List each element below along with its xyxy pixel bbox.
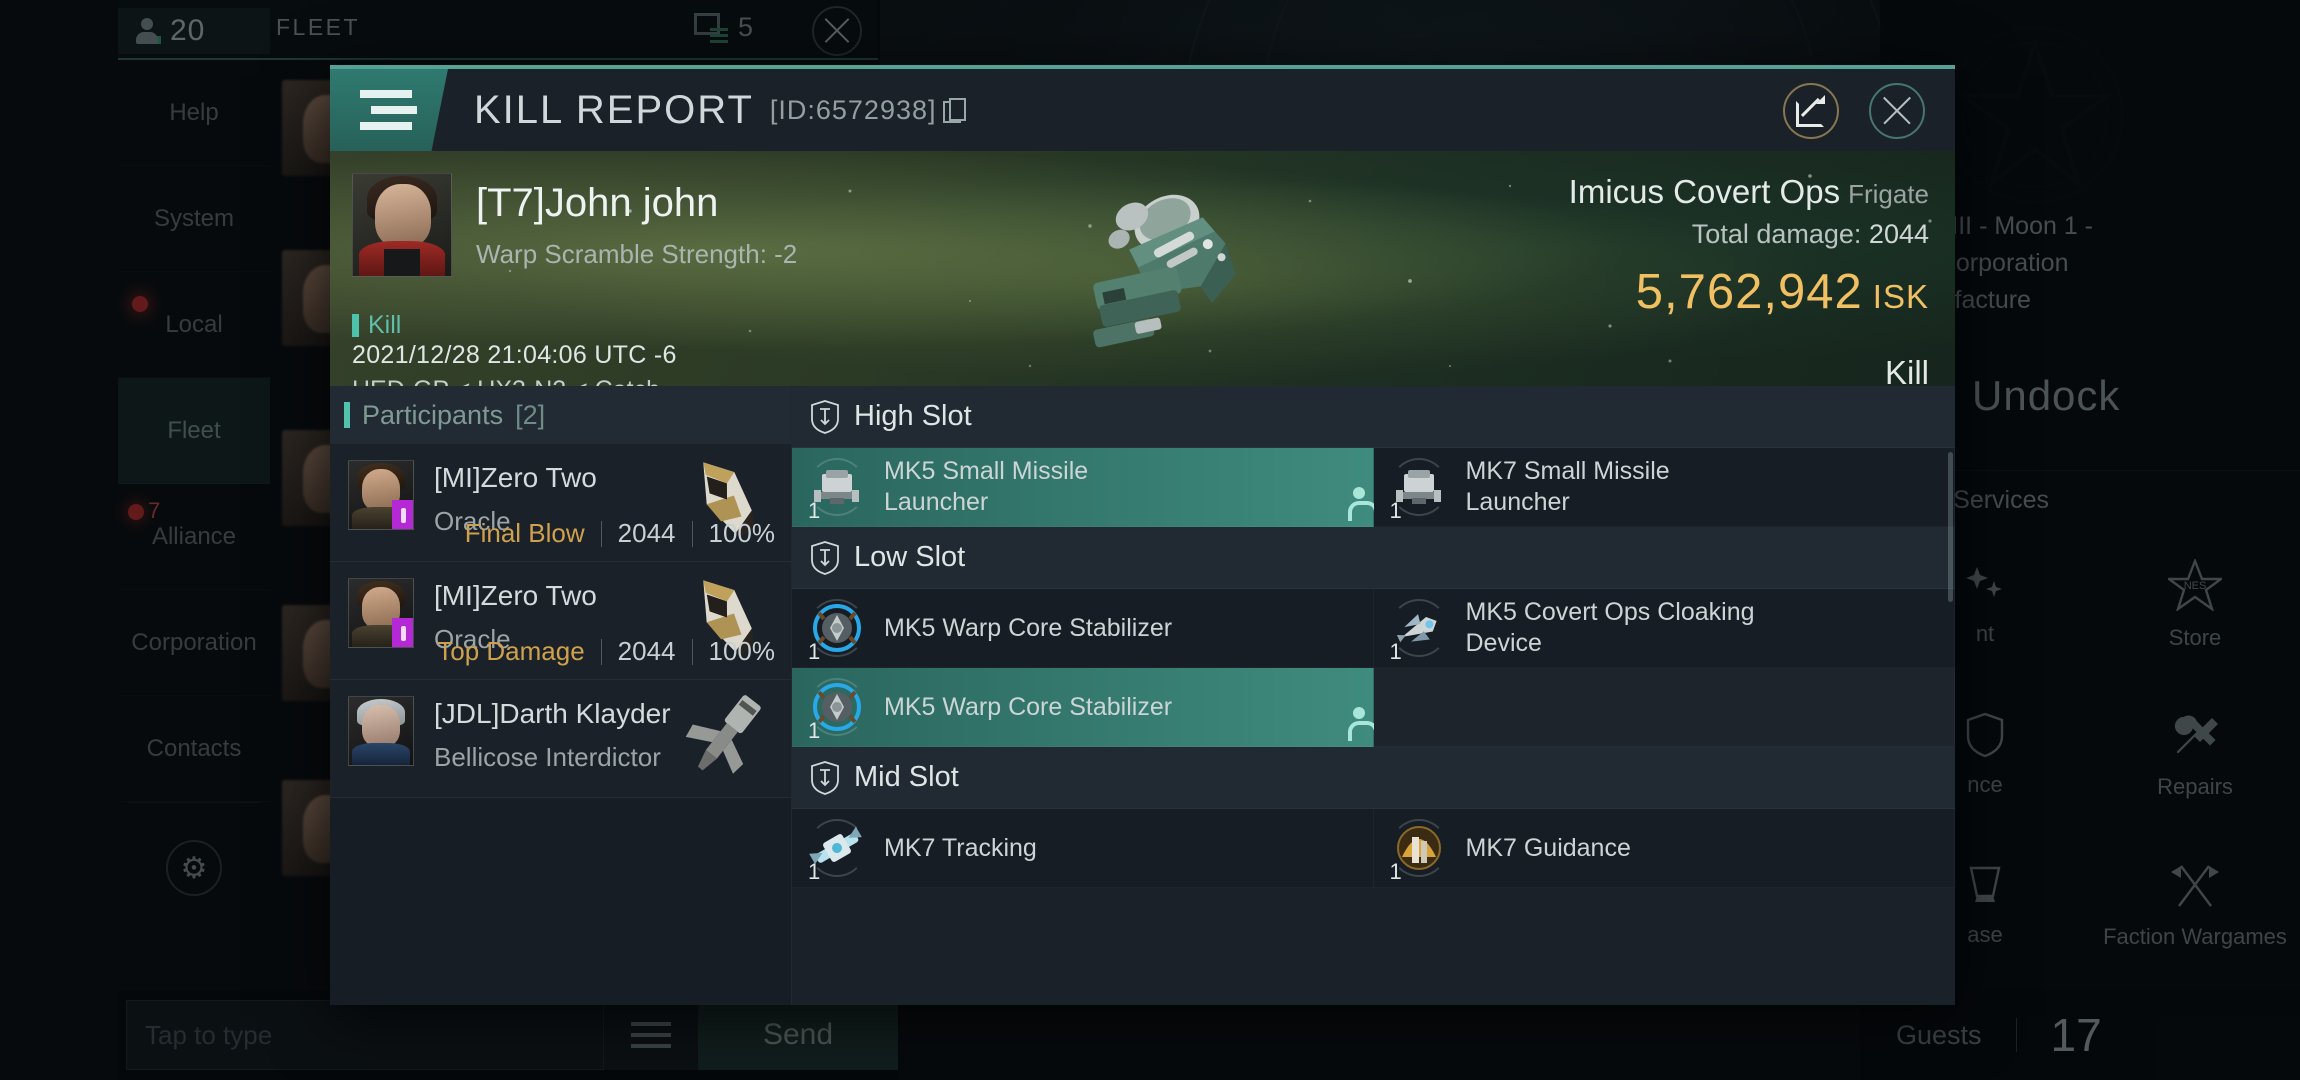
- participant-ship: Bellicose Interdictor: [434, 742, 661, 772]
- slot-header-low: Low Slot: [792, 527, 1955, 589]
- participant-percent: 100%: [708, 518, 776, 548]
- participants-header: Participants [2]: [330, 386, 791, 444]
- fit-item[interactable]: 1 MK7 Guidance: [1373, 809, 1955, 888]
- participant-ship-render: [685, 695, 761, 774]
- victim-banner: [T7]John john Warp Scramble Strength: -2…: [330, 151, 1955, 404]
- participants-count: [2]: [515, 399, 546, 430]
- participant-damage: 2044: [617, 636, 676, 666]
- table-row[interactable]: [MI]Zero Two Oracle Final Blow 2044 100%: [330, 444, 791, 562]
- fit-item-label: MK5 Covert Ops Cloaking Device: [1465, 598, 1755, 657]
- missile-launcher-icon: 1: [804, 454, 870, 523]
- participant-stats: Final Blow 2044 100%: [465, 518, 775, 549]
- slot-shield-icon: [811, 540, 839, 575]
- status-badge: Kill: [352, 311, 401, 340]
- high-slot-grid: 1 MK5 Small Missile Launcher 1 MK7 Small…: [792, 448, 1955, 527]
- modal-body: Participants [2] [MI]Zero Two Oracle Fin…: [330, 386, 1955, 1005]
- slot-shield-icon: [811, 399, 839, 434]
- cloaking-device-icon: 1: [1386, 595, 1452, 664]
- total-damage-label: Total damage:: [1691, 219, 1862, 249]
- warp-core-stabilizer-icon: 1: [804, 595, 870, 664]
- total-damage-value: 2044: [1868, 219, 1929, 249]
- fit-item[interactable]: 1 MK5 Warp Core Stabilizer: [792, 589, 1374, 668]
- fit-item[interactable]: 1 MK7 Tracking: [792, 809, 1374, 888]
- avatar: [348, 460, 414, 530]
- fit-item-label: MK5 Small Missile Launcher: [884, 457, 1089, 516]
- slot-name: Low Slot: [854, 541, 966, 573]
- fit-item[interactable]: 1 MK5 Warp Core Stabilizer: [792, 668, 1374, 747]
- fit-item[interactable]: 1 MK5 Covert Ops Cloaking Device: [1373, 589, 1955, 668]
- slot-name: High Slot: [854, 400, 972, 432]
- modal-menu-button[interactable]: [330, 69, 448, 151]
- table-row[interactable]: [JDL]Darth Klayder Bellicose Interdictor: [330, 680, 791, 798]
- role-flag-icon: [392, 618, 413, 647]
- modal-header-buttons: [1783, 83, 1925, 139]
- participant-damage: 2044: [617, 518, 676, 548]
- fit-item-empty: [1373, 668, 1955, 747]
- kill-report-id: [ID:6572938]: [770, 95, 966, 126]
- fit-item-label: MK7 Tracking: [884, 833, 1037, 862]
- tracking-module-icon: 1: [804, 815, 870, 884]
- warp-core-stabilizer-icon: 1: [804, 674, 870, 743]
- share-button[interactable]: [1783, 83, 1839, 139]
- fit-item[interactable]: 1 MK7 Small Missile Launcher: [1373, 448, 1955, 527]
- fit-quantity: 1: [808, 639, 821, 664]
- fit-item-label: MK7 Guidance: [1465, 833, 1631, 862]
- fit-quantity: 1: [808, 498, 821, 523]
- fit-quantity: 1: [1389, 859, 1402, 884]
- slot-shield-icon: [811, 760, 839, 795]
- slot-header-mid: Mid Slot: [792, 747, 1955, 809]
- participant-tag: Top Damage: [437, 636, 585, 666]
- fit-item-label: MK5 Warp Core Stabilizer: [884, 692, 1173, 721]
- participant-name: [MI]Zero Two: [434, 580, 597, 611]
- victim-warp-scramble: Warp Scramble Strength: -2: [476, 239, 798, 269]
- close-icon: [1871, 85, 1923, 137]
- isk-unit: ISK: [1872, 278, 1929, 315]
- ship-summary: Imicus Covert Ops Frigate Total damage: 2…: [1569, 173, 1929, 392]
- modal-close-button[interactable]: [1869, 83, 1925, 139]
- slot-name: Mid Slot: [854, 761, 959, 793]
- fit-item[interactable]: 1 MK5 Small Missile Launcher: [792, 448, 1374, 527]
- kill-report-modal: KILL REPORT [ID:6572938] [T7]John john W…: [330, 65, 1955, 1005]
- slot-header-high: High Slot: [792, 386, 1955, 448]
- ship-name: Imicus Covert Ops: [1568, 173, 1841, 210]
- fit-item-label: MK5 Warp Core Stabilizer: [884, 613, 1173, 642]
- victim-ship-render: [1093, 194, 1236, 348]
- status-badge-label: Kill: [368, 311, 402, 339]
- fit-quantity: 1: [808, 859, 821, 884]
- fit-quantity: 1: [808, 718, 821, 743]
- fitting-scrollbar[interactable]: [1948, 452, 1953, 602]
- participants-panel: Participants [2] [MI]Zero Two Oracle Fin…: [330, 386, 792, 1005]
- fit-item-label: MK7 Small Missile Launcher: [1465, 457, 1670, 516]
- guidance-module-icon: 1: [1386, 815, 1452, 884]
- participant-stats: Top Damage 2044 100%: [437, 636, 775, 667]
- isk-value-row: 5,762,942 ISK: [1569, 264, 1929, 320]
- victim-name: [T7]John john: [476, 181, 719, 225]
- participant-name: [JDL]Darth Klayder: [434, 698, 671, 729]
- victim-avatar: [352, 173, 452, 277]
- copy-icon[interactable]: [942, 97, 966, 123]
- modal-header: KILL REPORT [ID:6572938]: [330, 69, 1955, 151]
- fitting-panel: High Slot 1 MK5 Small Missile Launcher 1…: [792, 386, 1955, 1005]
- participant-name: [MI]Zero Two: [434, 462, 597, 493]
- mid-slot-grid: 1 MK7 Tracking 1 MK7 Guidance: [792, 809, 1955, 888]
- table-row[interactable]: [MI]Zero Two Oracle Top Damage 2044 100%: [330, 562, 791, 680]
- role-flag-icon: [392, 500, 413, 529]
- ship-name-row: Imicus Covert Ops Frigate: [1569, 173, 1929, 211]
- avatar: [348, 696, 414, 766]
- isk-value: 5,762,942: [1635, 265, 1863, 319]
- low-slot-grid: 1 MK5 Warp Core Stabilizer 1 MK5 Covert …: [792, 589, 1955, 747]
- participant-tag: Final Blow: [464, 518, 585, 548]
- fit-quantity: 1: [1389, 498, 1402, 523]
- page-title: KILL REPORT: [474, 87, 754, 132]
- ship-class: Frigate: [1848, 179, 1929, 209]
- participants-label: Participants: [362, 399, 504, 430]
- kill-timestamp: 2021/12/28 21:04:06 UTC -6: [352, 341, 677, 369]
- avatar: [348, 578, 414, 648]
- total-damage-row: Total damage: 2044: [1569, 219, 1929, 250]
- screen-root: 20 FLEET 5 Help System Local Fleet 7 All…: [0, 0, 2300, 1080]
- missile-launcher-icon: 1: [1386, 454, 1452, 523]
- fit-quantity: 1: [1389, 639, 1402, 664]
- participant-percent: 100%: [708, 636, 776, 666]
